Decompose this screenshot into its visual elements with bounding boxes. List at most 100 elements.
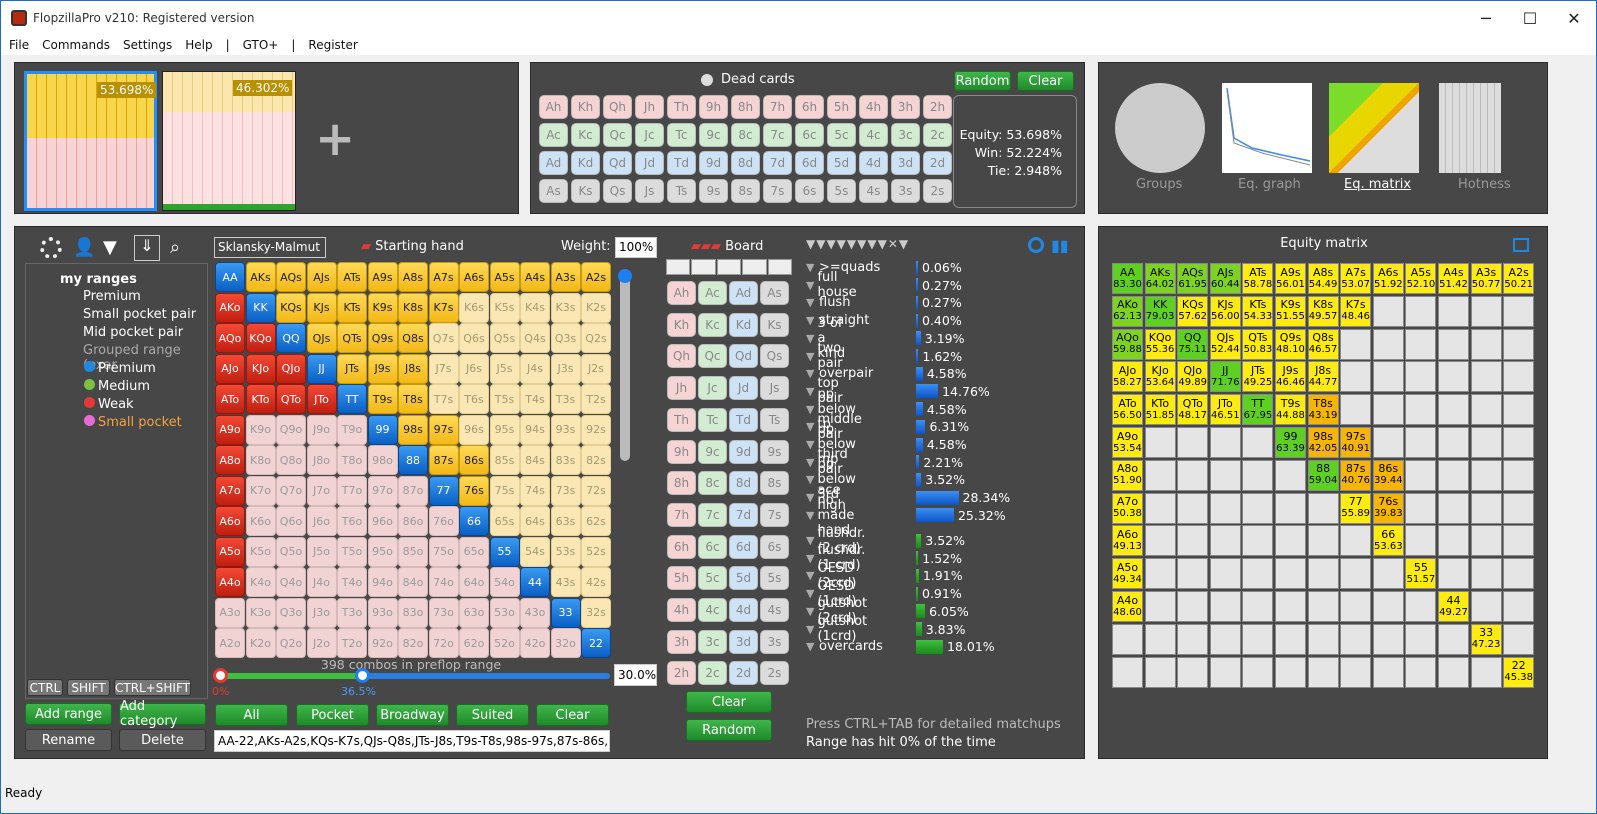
hand-cell[interactable]: J4o <box>306 567 337 597</box>
hand-cell[interactable]: Q3o <box>276 597 306 628</box>
rename-button[interactable]: Rename <box>25 729 112 751</box>
hand-cell[interactable]: TT <box>337 384 367 414</box>
board-card[interactable]: Qc <box>698 344 727 369</box>
matrix-cell[interactable] <box>1372 394 1404 426</box>
ctrl-modifier[interactable]: CTRL <box>27 679 63 696</box>
hand-cell[interactable]: 92s <box>581 414 611 445</box>
dead-card[interactable]: Tc <box>667 123 696 147</box>
hand-cell[interactable]: J6s <box>459 353 489 384</box>
matrix-cell[interactable] <box>1470 459 1502 491</box>
board-card[interactable]: 3d <box>729 629 758 654</box>
board-card[interactable]: 5h <box>667 566 696 591</box>
hand-cell[interactable]: K9s <box>367 292 398 323</box>
hand-cell[interactable]: T4s <box>520 384 550 414</box>
dead-card[interactable]: 8s <box>731 179 760 203</box>
hand-cell[interactable]: KK <box>245 292 276 323</box>
matrix-cell[interactable] <box>1470 656 1502 688</box>
add-range-plus-icon[interactable]: + <box>315 111 355 167</box>
hand-cell[interactable]: A9s <box>367 262 398 292</box>
dead-card[interactable]: 5h <box>827 95 856 119</box>
hand-cell[interactable]: T5o <box>337 536 367 567</box>
range1-thumbnail[interactable]: 53.698% <box>24 71 157 211</box>
hand-cell[interactable]: K7o <box>245 475 276 506</box>
board-clear-button[interactable]: Clear <box>686 691 772 713</box>
dead-card[interactable]: Jh <box>635 95 664 119</box>
board-card[interactable]: 6c <box>698 534 727 559</box>
matrix-cell[interactable] <box>1307 525 1339 557</box>
matrix-cell[interactable] <box>1209 492 1241 524</box>
filter-icon[interactable]: ▼ <box>806 473 814 486</box>
eq-matrix-thumbnail[interactable] <box>1329 83 1419 173</box>
matrix-cell[interactable] <box>1144 525 1176 557</box>
matrix-cell[interactable] <box>1438 361 1469 393</box>
dead-card[interactable]: 7d <box>763 151 792 175</box>
matrix-cell[interactable] <box>1405 427 1437 458</box>
hand-cell[interactable]: A2o <box>215 628 245 658</box>
board-card[interactable]: Jh <box>667 376 696 401</box>
matrix-cell[interactable]: A2s 50.21 <box>1503 263 1535 294</box>
hand-cell[interactable]: J5s <box>489 353 520 384</box>
matrix-cell[interactable] <box>1242 427 1274 458</box>
board-card[interactable]: Ks <box>760 312 789 337</box>
dead-card[interactable]: 9d <box>699 151 728 175</box>
hand-cell[interactable]: K6o <box>245 506 276 536</box>
board-card[interactable]: 6d <box>729 534 758 559</box>
weight-input[interactable]: 100% <box>615 237 657 258</box>
tab-groups[interactable]: Groups <box>1136 177 1182 192</box>
grid-scroll-handle[interactable] <box>618 269 632 283</box>
hand-cell[interactable]: A2s <box>581 262 611 292</box>
hand-cell[interactable]: J7o <box>306 475 337 506</box>
dead-card[interactable]: Qc <box>603 123 632 147</box>
chart-icon[interactable]: ▮▮ <box>1051 236 1069 255</box>
hand-cell[interactable]: K6s <box>459 292 489 323</box>
hand-cell[interactable]: KQs <box>276 292 306 323</box>
matrix-cell[interactable]: K7s 48.46 <box>1340 295 1372 327</box>
matrix-cell[interactable] <box>1405 623 1437 655</box>
dead-card[interactable]: Jd <box>635 151 664 175</box>
hand-cell[interactable]: 85s <box>489 445 520 475</box>
hand-cell[interactable]: 98o <box>367 445 398 475</box>
matrix-cell[interactable]: A7s 53.07 <box>1340 263 1372 294</box>
stat-row[interactable]: ▼ overcards <box>806 638 883 655</box>
matrix-cell[interactable] <box>1307 623 1339 655</box>
matrix-cell[interactable] <box>1438 328 1469 360</box>
matrix-cell[interactable]: A4s 51.42 <box>1438 263 1469 294</box>
matrix-cell[interactable]: 76s 39.83 <box>1372 492 1404 524</box>
board-card[interactable]: 4c <box>698 598 727 622</box>
matrix-cell[interactable] <box>1405 525 1437 557</box>
matrix-cell[interactable] <box>1503 558 1535 590</box>
dead-card[interactable]: Jc <box>635 123 664 147</box>
board-card[interactable]: Tc <box>698 407 727 432</box>
hand-cell[interactable]: K2o <box>245 628 276 658</box>
filter-icon[interactable]: ▼ <box>806 420 814 433</box>
hand-cell[interactable]: Q6s <box>459 323 489 353</box>
board-card[interactable]: Ts <box>760 407 789 432</box>
board-card[interactable]: 3h <box>667 629 696 654</box>
matrix-cell[interactable]: Q8s 46.57 <box>1307 328 1339 360</box>
matrix-cell[interactable]: QQ 75.11 <box>1177 328 1209 360</box>
hand-cell[interactable]: 43o <box>520 597 550 628</box>
matrix-cell[interactable] <box>1275 656 1306 688</box>
matrix-cell[interactable] <box>1177 525 1209 557</box>
hand-cell[interactable]: K2s <box>581 292 611 323</box>
matrix-cell[interactable] <box>1112 656 1143 688</box>
hand-cell[interactable]: J6o <box>306 506 337 536</box>
matrix-cell[interactable]: KK 79.03 <box>1144 295 1176 327</box>
maximize-button[interactable]: ☐ <box>1508 1 1552 35</box>
matrix-cell[interactable] <box>1470 492 1502 524</box>
hand-cell[interactable]: 73o <box>428 597 459 628</box>
hand-cell[interactable]: 94o <box>367 567 398 597</box>
hand-cell[interactable]: J9o <box>306 414 337 445</box>
matrix-cell[interactable]: KJo 53.64 <box>1144 361 1176 393</box>
filter-icon[interactable]: ▼ <box>806 491 814 504</box>
hand-cell[interactable]: 99 <box>367 414 398 445</box>
matrix-cell[interactable]: AQs 61.95 <box>1177 263 1209 294</box>
hand-cell[interactable]: 87s <box>428 445 459 475</box>
hand-cell[interactable]: J8s <box>398 353 428 384</box>
hand-cell[interactable]: 66 <box>459 506 489 536</box>
popout-icon[interactable] <box>1513 238 1529 252</box>
dead-card[interactable]: 8c <box>731 123 760 147</box>
matrix-cell[interactable] <box>1177 656 1209 688</box>
filter-icon[interactable]: ▼ <box>103 237 123 259</box>
dead-card[interactable]: 6d <box>795 151 824 175</box>
